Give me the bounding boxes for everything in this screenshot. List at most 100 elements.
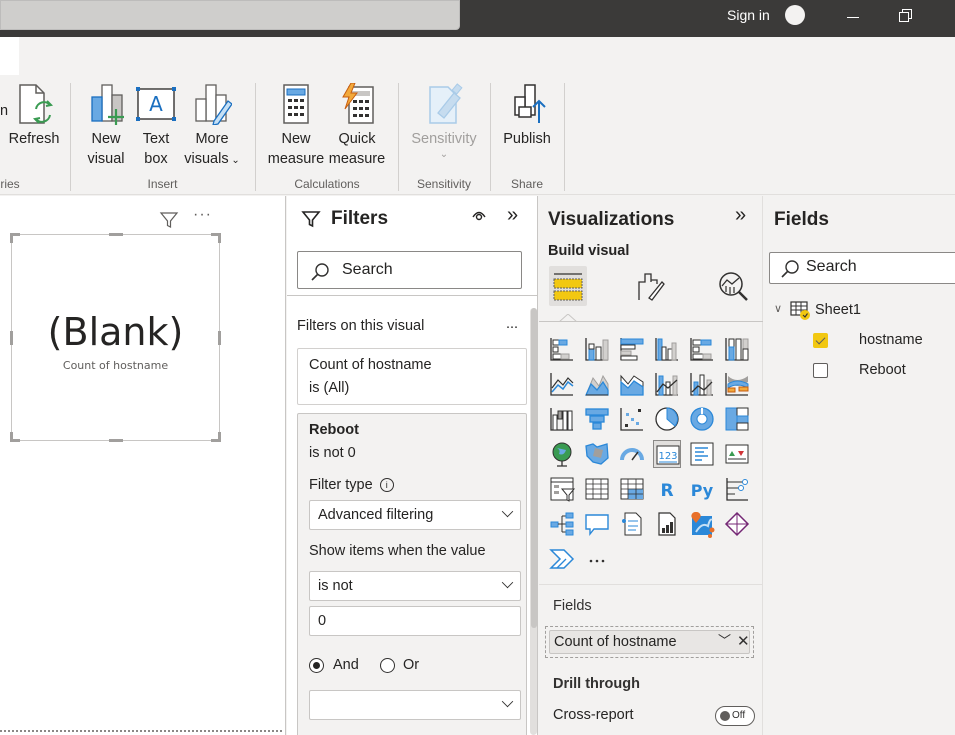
resize-handle-top[interactable] (109, 233, 123, 236)
visual-type-smart-narrative[interactable] (618, 510, 646, 538)
visual-type-100-stacked-bar-chart[interactable] (688, 335, 716, 363)
visual-type-slicer[interactable] (548, 475, 576, 503)
new-visual-button[interactable]: New visual (84, 83, 128, 169)
report-canvas[interactable]: ··· (Blank) Count of hostname (0, 196, 286, 735)
reboot-checkbox[interactable] (813, 363, 828, 378)
visual-type-ribbon-chart[interactable] (723, 370, 751, 398)
collapse-filters-icon[interactable]: » (507, 204, 518, 227)
refresh-button[interactable]: Refresh (0, 83, 60, 149)
chevron-down-icon[interactable]: ﹀ (718, 630, 731, 649)
expand-table-chevron-icon[interactable]: ∨ (774, 302, 782, 315)
info-icon[interactable]: i (379, 478, 394, 492)
active-ribbon-tab[interactable] (0, 37, 19, 75)
visual-type-table[interactable] (583, 475, 611, 503)
paginated-report-icon (658, 512, 676, 536)
filter-icon[interactable] (159, 210, 179, 230)
visual-type-stacked-area-chart[interactable] (618, 370, 646, 398)
table-icon (585, 478, 609, 500)
hostname-checkbox[interactable] (813, 333, 828, 348)
visual-type-line-and-clustered-column-chart[interactable] (688, 370, 716, 398)
and-radio[interactable] (309, 658, 324, 673)
slicer-icon (550, 477, 576, 502)
resize-handle-bottom-left[interactable] (10, 432, 13, 442)
filter-type-dropdown[interactable]: Advanced filtering (309, 500, 521, 530)
visual-type-power-apps[interactable] (723, 510, 751, 538)
resize-handle-right[interactable] (218, 331, 221, 345)
field-hostname[interactable]: hostname (859, 332, 923, 348)
visual-type-decomposition-tree[interactable] (548, 510, 576, 538)
tab-build-visual[interactable] (549, 266, 587, 306)
more-options-icon[interactable]: ··· (193, 206, 212, 224)
text-box-button[interactable]: A Text box (135, 83, 177, 169)
resize-handle-bottom-right[interactable] (218, 432, 221, 442)
visual-type-matrix[interactable] (618, 475, 646, 503)
visual-type-donut-chart[interactable] (688, 405, 716, 433)
visual-type-pie-chart[interactable] (653, 405, 681, 433)
visual-type-power-automate[interactable] (548, 545, 576, 573)
fields-search-input[interactable]: Search (769, 252, 955, 284)
resize-handle-left[interactable] (10, 331, 13, 345)
visual-type-more-visuals[interactable] (583, 545, 611, 573)
resize-handle-bottom[interactable] (109, 439, 123, 442)
visual-type-card[interactable]: 123 (653, 440, 681, 468)
visual-type-stacked-bar-chart[interactable] (548, 335, 576, 363)
visual-type-r-script-visual[interactable]: R (653, 475, 681, 503)
publish-button[interactable]: Publish (502, 83, 552, 149)
field-reboot[interactable]: Reboot (859, 362, 906, 378)
table-name-sheet1[interactable]: Sheet1 (815, 302, 861, 318)
visual-type-gauge[interactable] (618, 440, 646, 468)
visual-type-stacked-column-chart[interactable] (583, 335, 611, 363)
visual-type-area-chart[interactable] (583, 370, 611, 398)
remove-field-icon[interactable]: ✕ (737, 632, 750, 650)
sensitivity-label: Sensitivity (411, 131, 477, 147)
sign-in-link[interactable]: Sign in (727, 7, 770, 23)
visual-type-line-and-stacked-column-chart[interactable] (653, 370, 681, 398)
title-search-box[interactable] (0, 0, 460, 30)
visual-type-funnel[interactable] (583, 405, 611, 433)
card-visual[interactable]: (Blank) Count of hostname (10, 233, 221, 442)
resize-handle-top-left[interactable] (10, 233, 13, 243)
filters-search-input[interactable]: Search (297, 251, 522, 289)
visual-type-waterfall-chart[interactable] (548, 405, 576, 433)
collapse-visualizations-icon[interactable]: » (735, 204, 746, 227)
visual-type-clustered-column-chart[interactable] (653, 335, 681, 363)
filters-scrollbar-thumb[interactable] (531, 308, 537, 628)
minimize-button[interactable] (845, 6, 861, 24)
visual-type-line-chart[interactable] (548, 370, 576, 398)
eye-icon[interactable] (471, 208, 487, 222)
quick-measure-button[interactable]: Quick measure (328, 82, 386, 169)
restore-button[interactable] (899, 9, 913, 23)
visual-type-map[interactable] (548, 440, 576, 468)
cross-report-toggle[interactable]: Off (715, 706, 755, 726)
resize-handle-top-right[interactable] (218, 233, 221, 243)
visual-type-kpi[interactable] (723, 440, 751, 468)
visual-type-multi-row-card[interactable] (688, 440, 716, 468)
visual-type-q-and-a[interactable] (583, 510, 611, 538)
condition-operator-dropdown[interactable]: is not (309, 571, 521, 601)
tab-format-visual[interactable] (635, 270, 667, 302)
visual-type-paginated-report[interactable] (653, 510, 681, 538)
visual-type-scatter-chart[interactable] (618, 405, 646, 433)
visual-type-clustered-bar-chart[interactable] (618, 335, 646, 363)
field-pill-count-of-hostname[interactable]: Count of hostname ﹀ ✕ (549, 630, 750, 654)
visual-type-treemap[interactable] (723, 405, 751, 433)
sensitivity-button[interactable]: Sensitivity ⌄ (409, 83, 479, 161)
second-condition-operator-dropdown[interactable] (309, 690, 521, 720)
tab-analytics[interactable] (717, 270, 749, 302)
visual-type-key-influencers[interactable] (723, 475, 751, 503)
filters-section-more-icon[interactable]: ... (506, 316, 518, 332)
visual-type-filled-map[interactable] (583, 440, 611, 468)
or-radio[interactable] (380, 658, 395, 673)
more-visuals-button[interactable]: More visuals ⌄ (182, 83, 242, 171)
new-visual-label-1: New (91, 131, 121, 147)
visual-type-100-stacked-column-chart[interactable] (723, 335, 751, 363)
visual-type-azure-map[interactable] (688, 510, 716, 538)
condition-value-input[interactable]: 0 (309, 606, 521, 636)
filter-card-count-of-hostname[interactable]: Count of hostname is (All) (297, 348, 527, 405)
user-avatar-icon[interactable] (785, 5, 805, 25)
new-measure-button[interactable]: New measure (267, 83, 325, 169)
fields-well-dropzone[interactable]: Count of hostname ﹀ ✕ (545, 626, 754, 658)
filter-card-reboot[interactable]: Reboot is not 0 Filter type i Advanced f… (297, 413, 527, 735)
build-visual-label: Build visual (548, 243, 630, 259)
visual-type-python-visual[interactable]: Py (688, 475, 716, 503)
